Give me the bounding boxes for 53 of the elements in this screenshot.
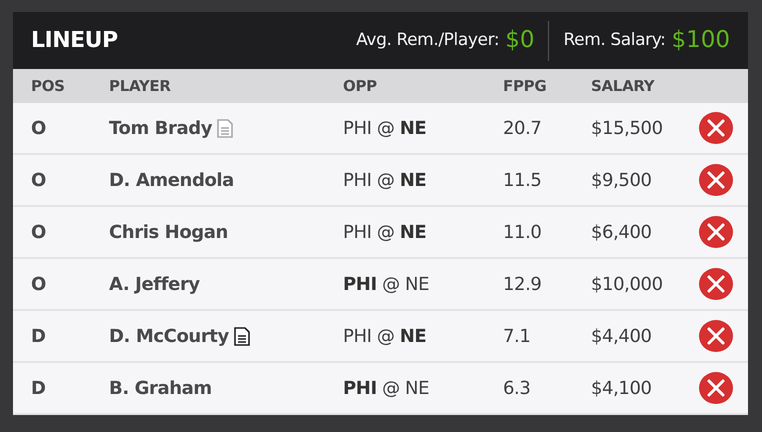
close-icon	[698, 372, 732, 404]
player-name[interactable]: D. Amendola	[109, 166, 234, 194]
salary-cell-text: $10,000	[591, 272, 664, 296]
position-cell-text: O	[31, 116, 47, 140]
close-icon	[698, 216, 732, 248]
close-icon	[698, 164, 732, 196]
opponent-cell-text: PHI @ NE	[343, 220, 428, 244]
document-icon[interactable]	[234, 326, 250, 346]
stat-label: Rem. Salary:	[563, 28, 666, 52]
salary-cell-text: $4,400	[591, 324, 653, 348]
player-name[interactable]: A. Jeffery	[109, 270, 200, 298]
remove-button[interactable]	[698, 319, 732, 353]
player-name[interactable]: D. McCourty	[109, 322, 229, 350]
opponent-cell-text: PHI @ NE	[343, 376, 430, 400]
salary-cell-text: $6,400	[591, 220, 653, 244]
salary-cell-text: $9,500	[591, 168, 653, 192]
remove-button[interactable]	[698, 371, 732, 405]
remove-button[interactable]	[698, 163, 732, 197]
close-icon	[698, 112, 732, 144]
fppg-cell-text: 6.3	[503, 376, 532, 400]
close-icon	[698, 268, 732, 300]
position-cell-text: O	[31, 272, 47, 296]
position-cell-text: D	[31, 324, 47, 348]
fppg-cell-text: 11.5	[503, 168, 542, 192]
fppg-cell-text: 7.1	[503, 324, 532, 348]
player-name[interactable]: Tom Brady	[109, 114, 212, 142]
remove-button[interactable]	[698, 267, 732, 301]
column-header: FPPG	[503, 76, 548, 97]
fppg-cell-text: 11.0	[503, 220, 542, 244]
opponent-cell-text: PHI @ NE	[343, 116, 428, 140]
opponent-cell-text: PHI @ NE	[343, 324, 428, 348]
opponent-cell-text: PHI @ NE	[343, 272, 430, 296]
position-cell-text: O	[31, 168, 47, 192]
close-icon	[698, 320, 732, 352]
position-cell-text: D	[31, 376, 47, 400]
lineup-title: LINEUP	[31, 27, 118, 55]
salary-cell-text: $4,100	[591, 376, 653, 400]
column-header: PLAYER	[109, 76, 172, 97]
player-name[interactable]: B. Graham	[109, 374, 212, 402]
stat-value: $0	[505, 26, 534, 56]
stat-value: $100	[671, 26, 730, 56]
column-header: OPP	[343, 76, 378, 97]
player-name[interactable]: Chris Hogan	[109, 218, 228, 246]
column-header: POS	[31, 76, 66, 97]
remove-button[interactable]	[698, 111, 732, 145]
fppg-cell-text: 20.7	[503, 116, 542, 140]
position-cell-text: O	[31, 220, 47, 244]
stat-label: Avg. Rem./Player:	[356, 28, 500, 52]
fppg-cell-text: 12.9	[503, 272, 542, 296]
remove-button[interactable]	[698, 215, 732, 249]
opponent-cell-text: PHI @ NE	[343, 168, 428, 192]
salary-cell-text: $15,500	[591, 116, 664, 140]
column-header: SALARY	[591, 76, 656, 97]
